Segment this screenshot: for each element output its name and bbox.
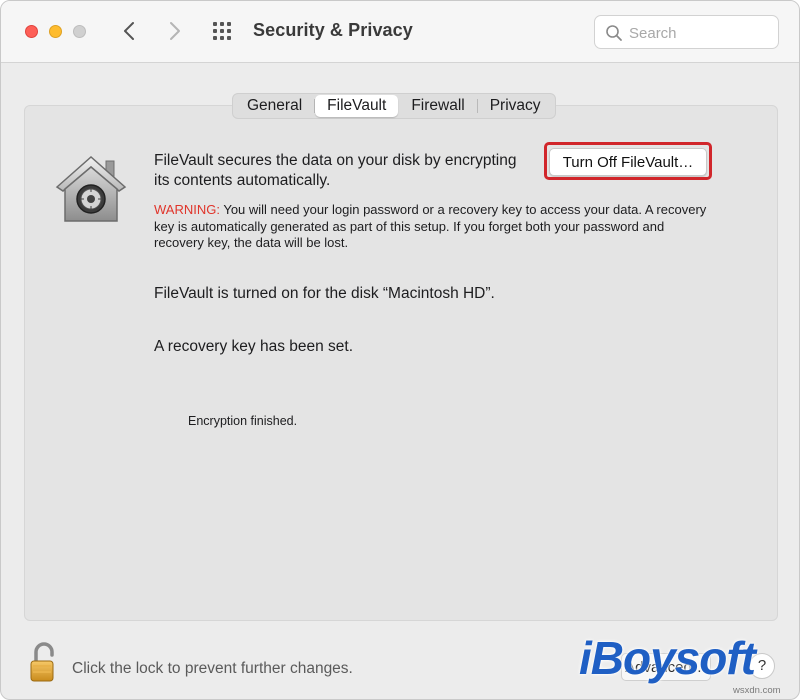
forward-button[interactable] (161, 18, 187, 44)
zoom-window-button[interactable] (73, 25, 86, 38)
encryption-status-text: Encryption finished. (188, 414, 298, 428)
show-all-button[interactable] (211, 20, 237, 44)
search-input[interactable] (629, 22, 769, 44)
close-window-button[interactable] (25, 25, 38, 38)
back-button[interactable] (117, 18, 143, 44)
warning-label: WARNING: (154, 202, 220, 217)
tab-general[interactable]: General (235, 95, 314, 117)
warning-message: WARNING: You will need your login passwo… (154, 202, 714, 252)
lock-instruction-text: Click the lock to prevent further change… (72, 660, 353, 677)
warning-text: You will need your login password or a r… (154, 202, 707, 250)
tab-bar: General FileVault Firewall Privacy (232, 93, 556, 119)
search-field[interactable] (594, 15, 779, 49)
filevault-house-icon (55, 155, 127, 222)
chevron-left-icon (124, 22, 134, 40)
tab-privacy[interactable]: Privacy (478, 95, 553, 117)
tab-firewall[interactable]: Firewall (399, 95, 476, 117)
recovery-key-status-text: A recovery key has been set. (154, 338, 354, 355)
disk-status-text: FileVault is turned on for the disk “Mac… (154, 285, 495, 302)
filevault-description: FileVault secures the data on your disk … (154, 152, 517, 189)
grid-icon (213, 22, 231, 40)
lock-open-icon[interactable] (29, 641, 59, 683)
iboysoft-watermark-logo: iBoysoft (579, 632, 756, 684)
tab-filevault[interactable]: FileVault (315, 95, 399, 117)
chevron-right-icon (170, 22, 180, 40)
site-watermark: wsxdn.com (733, 685, 781, 696)
turn-off-filevault-button[interactable]: Turn Off FileVault… (549, 148, 707, 176)
window-title: Security & Privacy (253, 20, 413, 40)
preferences-window: Security & Privacy General FileVault Fir… (0, 0, 800, 700)
minimize-window-button[interactable] (49, 25, 62, 38)
toolbar: Security & Privacy (1, 1, 799, 63)
search-icon (606, 25, 622, 41)
